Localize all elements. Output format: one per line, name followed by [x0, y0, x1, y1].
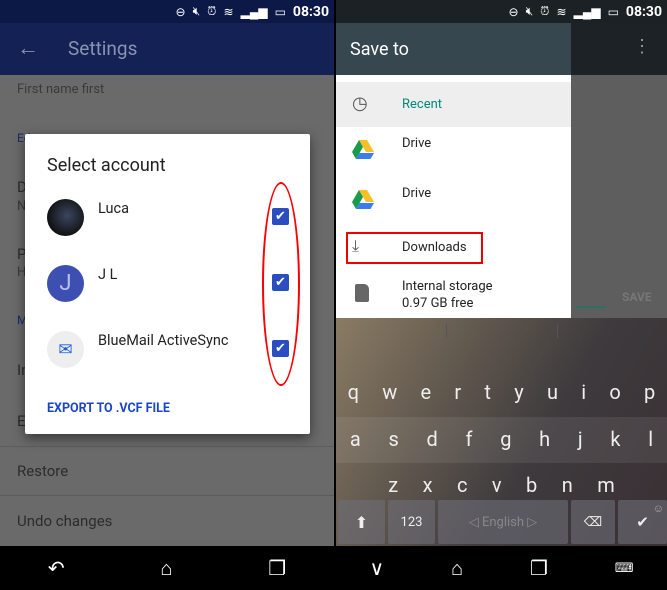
keyboard-switch-icon[interactable]: ⌨: [615, 561, 634, 576]
page-title: Settings: [68, 37, 138, 60]
alarm-icon: ⏰︎: [540, 4, 550, 18]
key-d[interactable]: d: [423, 417, 442, 463]
clock-icon: ◷: [352, 93, 368, 114]
avatar: [47, 199, 84, 236]
dnd-icon: ⊖: [508, 4, 519, 19]
left-screen: ⊖ 🔇︎ ⏰︎ ≋ ▂▄▆ ▭ 08:30 ← Settings Name fo…: [0, 0, 334, 590]
mute-icon: 🔇︎: [525, 4, 534, 18]
key-t[interactable]: t: [480, 370, 495, 414]
key-p[interactable]: p: [640, 370, 659, 414]
dialog-title: Select account: [47, 155, 166, 176]
drawer-header: Save to: [336, 23, 571, 75]
google-drive-icon: [352, 140, 374, 163]
battery-icon: ▭: [274, 4, 286, 19]
backspace-key[interactable]: ⌫: [571, 500, 615, 544]
space-key[interactable]: ◁ English ▷: [438, 500, 568, 544]
home-icon[interactable]: ⌂: [451, 556, 463, 581]
key-f[interactable]: f: [462, 417, 477, 463]
account-row-bluemail[interactable]: ✉ BlueMail ActiveSync: [47, 331, 228, 368]
export-vcf-button[interactable]: EXPORT TO .VCF FILE: [47, 401, 170, 416]
save-to-drawer: ◷ Recent Drive Drive ⤓ Downloads Interna…: [336, 75, 571, 318]
drawer-title: Save to: [350, 39, 409, 60]
avatar: J: [47, 265, 84, 302]
google-drive-icon: [352, 190, 374, 213]
keyboard: qwertyuiop asdfghjkl zxcvbnm ⬆ 123 ◁ Eng…: [336, 318, 667, 546]
status-bar: ⊖ 🔇︎ ⏰︎ ≋ ▂▄▆ ▭ 08:30: [0, 0, 334, 23]
account-row-jl[interactable]: J J L: [47, 265, 117, 302]
key-o[interactable]: o: [605, 370, 624, 414]
key-h[interactable]: h: [535, 417, 554, 463]
key-row-1: qwertyuiop: [336, 370, 667, 414]
app-bar: ← Settings: [0, 23, 334, 75]
key-k[interactable]: k: [606, 417, 624, 463]
emoji-icon[interactable]: ☺: [653, 502, 664, 515]
account-name: BlueMail ActiveSync: [98, 332, 229, 349]
drawer-item-internal-storage[interactable]: Internal storage 0.97 GB free: [336, 274, 571, 314]
wifi-icon: ≋: [223, 4, 234, 19]
shift-key[interactable]: ⬆: [338, 500, 385, 544]
key-j[interactable]: j: [574, 417, 587, 463]
wifi-icon: ≋: [556, 4, 567, 19]
divider: [0, 495, 334, 496]
key-u[interactable]: u: [543, 370, 562, 414]
back-icon[interactable]: ↶: [48, 556, 65, 580]
dnd-icon: ⊖: [175, 4, 186, 19]
input-underline: [576, 306, 606, 308]
setting-name-format-value: First name first: [17, 82, 105, 97]
key-r[interactable]: r: [450, 370, 465, 414]
bluemail-icon: ✉: [47, 331, 84, 368]
key-q[interactable]: q: [344, 370, 363, 414]
mute-icon: 🔇︎: [192, 4, 201, 18]
key-g[interactable]: g: [496, 417, 515, 463]
alarm-icon: ⏰︎: [207, 4, 217, 18]
key-row-2: asdfghjkl: [336, 417, 667, 463]
key-s[interactable]: s: [384, 417, 402, 463]
account-name: Luca: [98, 200, 129, 217]
annotation-box: [346, 232, 483, 264]
suggestion-divider: [557, 324, 558, 338]
drawer-item-downloads[interactable]: ⤓ Downloads: [336, 232, 571, 264]
key-a[interactable]: a: [346, 417, 365, 463]
recents-icon[interactable]: ❐: [268, 556, 286, 580]
enter-key[interactable]: ✔ ☺: [618, 500, 667, 544]
divider: [0, 446, 334, 447]
sd-card-icon: [355, 284, 369, 302]
home-icon[interactable]: ⌂: [160, 556, 172, 581]
key-i[interactable]: i: [577, 370, 590, 414]
suggestion-divider: [446, 324, 447, 338]
clock: 08:30: [292, 3, 329, 20]
battery-icon: ▭: [607, 4, 619, 19]
recents-icon[interactable]: ❐: [530, 556, 548, 580]
setting-undo-changes[interactable]: Undo changes: [17, 512, 112, 530]
key-w[interactable]: w: [378, 370, 401, 414]
drawer-item-recent[interactable]: ◷ Recent: [336, 82, 571, 127]
drawer-item-drive[interactable]: Drive: [336, 177, 571, 227]
save-button[interactable]: SAVE: [622, 290, 652, 304]
key-y[interactable]: y: [510, 370, 527, 414]
annotation-ellipse: [262, 182, 300, 386]
key-e[interactable]: e: [417, 370, 436, 414]
signal-icon: ▂▄▆: [240, 4, 268, 19]
clock: 08:30: [625, 3, 662, 20]
more-options-icon[interactable]: ⋮: [633, 36, 651, 57]
numbers-key[interactable]: 123: [388, 500, 435, 544]
right-screen: ⊖ 🔇︎ ⏰︎ ≋ ▂▄▆ ▭ 08:30 ⋮ SAVE Save to ◷ R…: [336, 0, 667, 590]
signal-icon: ▂▄▆: [573, 4, 601, 19]
status-bar: ⊖ 🔇︎ ⏰︎ ≋ ▂▄▆ ▭ 08:30: [336, 0, 667, 23]
nav-bar: ∨ ⌂ ❐ ⌨: [336, 546, 667, 590]
account-name: J L: [98, 266, 118, 283]
setting-restore[interactable]: Restore: [17, 462, 68, 480]
key-l[interactable]: l: [644, 417, 657, 463]
account-row-luca[interactable]: Luca: [47, 199, 129, 236]
back-arrow-icon[interactable]: ←: [17, 35, 39, 61]
drawer-item-drive[interactable]: Drive: [336, 127, 571, 177]
hide-keyboard-icon[interactable]: ∨: [369, 556, 384, 580]
nav-bar: ↶ ⌂ ❐: [0, 546, 334, 590]
